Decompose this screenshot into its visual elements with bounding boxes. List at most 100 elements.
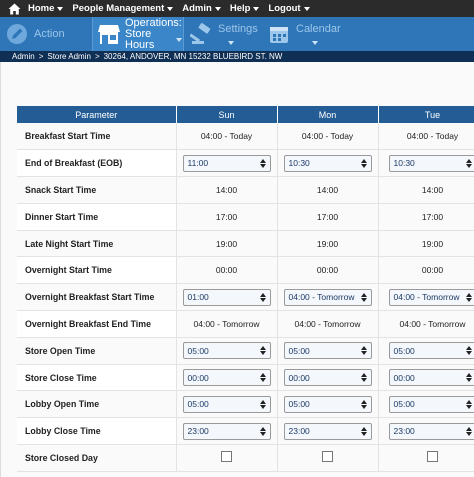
time-select[interactable]: 00:00 [388, 369, 474, 387]
spinner-arrows-icon[interactable] [462, 370, 474, 385]
calendar-tool[interactable]: Calendar [262, 17, 352, 51]
time-select[interactable]: 10:30 [283, 154, 372, 172]
home-icon[interactable] [0, 0, 28, 17]
up-arrow-icon [465, 426, 472, 431]
table-cell: 10:30 [277, 149, 379, 178]
spinner-arrows-icon[interactable] [462, 290, 474, 305]
time-select[interactable]: 05:00 [283, 395, 372, 413]
down-arrow-icon [465, 378, 472, 383]
time-select[interactable]: 05:00 [388, 342, 474, 360]
up-arrow-icon [259, 158, 266, 163]
time-select[interactable]: 10:30 [388, 154, 474, 172]
spinner-arrows-icon[interactable] [357, 343, 371, 358]
up-arrow-icon [360, 426, 367, 431]
spinner-arrows-icon[interactable] [462, 397, 474, 412]
time-select[interactable]: 23:00 [182, 422, 271, 440]
time-select[interactable]: 05:00 [182, 342, 271, 360]
spinner-arrows-icon[interactable] [462, 424, 474, 439]
time-select[interactable]: 00:00 [182, 369, 271, 387]
time-value: 04:00 - Tomorrow [294, 318, 361, 329]
down-arrow-icon [259, 431, 266, 436]
column-header-parameter: Parameter [17, 106, 177, 123]
down-arrow-icon [360, 163, 367, 168]
time-select[interactable]: 05:00 [388, 395, 474, 413]
down-arrow-icon [259, 404, 266, 409]
table-cell: 00:00 [378, 364, 474, 392]
store-closed-checkbox[interactable] [322, 451, 333, 463]
chevron-down-icon [214, 6, 221, 11]
up-arrow-icon [360, 373, 367, 378]
row-label: End of Breakfast (EOB) [17, 149, 177, 178]
time-value: 04:00 - Tomorrow [399, 318, 466, 329]
spinner-arrows-icon[interactable] [256, 424, 270, 439]
menu-item-logout[interactable]: Logout [268, 3, 310, 14]
time-value: 00:00 [215, 265, 238, 276]
row-label: Lobby Open Time [17, 390, 177, 419]
up-arrow-icon [360, 158, 367, 163]
time-select[interactable]: 04:00 - Tomorrow [283, 288, 372, 306]
time-value: 04:00 - Today [406, 131, 459, 142]
table-cell: 04:00 - Tomorrow [277, 283, 379, 312]
table-row: End of Breakfast (EOB) 11:00 10:30 10:30 [17, 149, 474, 178]
breadcrumb-store: 30264, ANDOVER, MN 15232 BLUEBIRD ST. NW [103, 52, 283, 61]
time-select-value: 23:00 [393, 426, 415, 437]
up-arrow-icon [360, 292, 367, 297]
breadcrumb-admin[interactable]: Admin [12, 52, 35, 61]
menu-item-admin[interactable]: Admin [182, 3, 221, 14]
time-select[interactable]: 00:00 [283, 369, 372, 387]
time-select-value: 00:00 [393, 372, 415, 383]
spinner-arrows-icon[interactable] [357, 290, 371, 305]
spinner-arrows-icon[interactable] [256, 290, 270, 305]
spinner-arrows-icon[interactable] [357, 424, 371, 439]
operations-tool[interactable]: Operations: Store Hours [92, 17, 184, 51]
table-cell: 00:00 [378, 256, 474, 285]
table-cell: 23:00 [378, 417, 474, 446]
spinner-arrows-icon[interactable] [256, 343, 270, 358]
table-cell: 23:00 [277, 417, 379, 446]
table-row: Snack Start Time 14:00 14:00 14:00 [17, 176, 474, 204]
spinner-arrows-icon[interactable] [357, 156, 371, 171]
table-cell: 04:00 - Today [277, 123, 379, 151]
menu-item-home[interactable]: Home [28, 3, 64, 14]
time-value: 19:00 [316, 238, 339, 249]
time-select[interactable]: 23:00 [388, 422, 474, 440]
spinner-arrows-icon[interactable] [357, 397, 371, 412]
store-hours-table: Parameter Sun Mon Tue Breakfast Start Time 0… [17, 106, 474, 472]
time-select-value: 01:00 [187, 292, 209, 303]
chevron-down-icon [175, 37, 182, 42]
spinner-arrows-icon[interactable] [462, 343, 474, 358]
store-closed-checkbox[interactable] [427, 451, 438, 463]
time-select-value: 04:00 - Tomorrow [393, 292, 460, 303]
time-select[interactable]: 04:00 - Tomorrow [388, 288, 474, 306]
menu-item-help[interactable]: Help [230, 3, 260, 14]
spinner-arrows-icon[interactable] [256, 156, 270, 171]
time-select[interactable]: 11:00 [182, 154, 271, 172]
spinner-arrows-icon[interactable] [256, 397, 270, 412]
time-select[interactable]: 05:00 [283, 342, 372, 360]
settings-tool[interactable]: Settings [184, 17, 262, 51]
table-cell: 05:00 [378, 390, 474, 419]
spinner-arrows-icon[interactable] [256, 370, 270, 385]
menu-item-people-management[interactable]: People Management [72, 3, 174, 14]
time-select[interactable]: 23:00 [283, 422, 372, 440]
table-cell: 00:00 [176, 256, 278, 285]
row-label: Overnight Start Time [17, 256, 177, 285]
spinner-arrows-icon[interactable] [462, 156, 474, 171]
time-select[interactable]: 01:00 [182, 288, 271, 306]
action-tool[interactable]: Action [0, 17, 92, 51]
time-select-value: 05:00 [187, 399, 209, 410]
table-cell [277, 444, 379, 472]
time-select[interactable]: 05:00 [182, 395, 271, 413]
store-closed-checkbox[interactable] [221, 451, 232, 463]
breadcrumb-store-admin[interactable]: Store Admin [47, 52, 91, 61]
time-value: 19:00 [421, 238, 444, 249]
table-cell: 04:00 - Today [378, 123, 474, 151]
settings-label: Settings [218, 22, 258, 35]
operations-label-line2: Store Hours [125, 27, 155, 51]
spinner-arrows-icon[interactable] [357, 370, 371, 385]
up-arrow-icon [259, 399, 266, 404]
time-select-value: 00:00 [187, 372, 209, 383]
table-row: Overnight Breakfast End Time 04:00 - Tomo… [17, 310, 474, 338]
down-arrow-icon [360, 404, 367, 409]
time-value: 14:00 [215, 184, 238, 195]
